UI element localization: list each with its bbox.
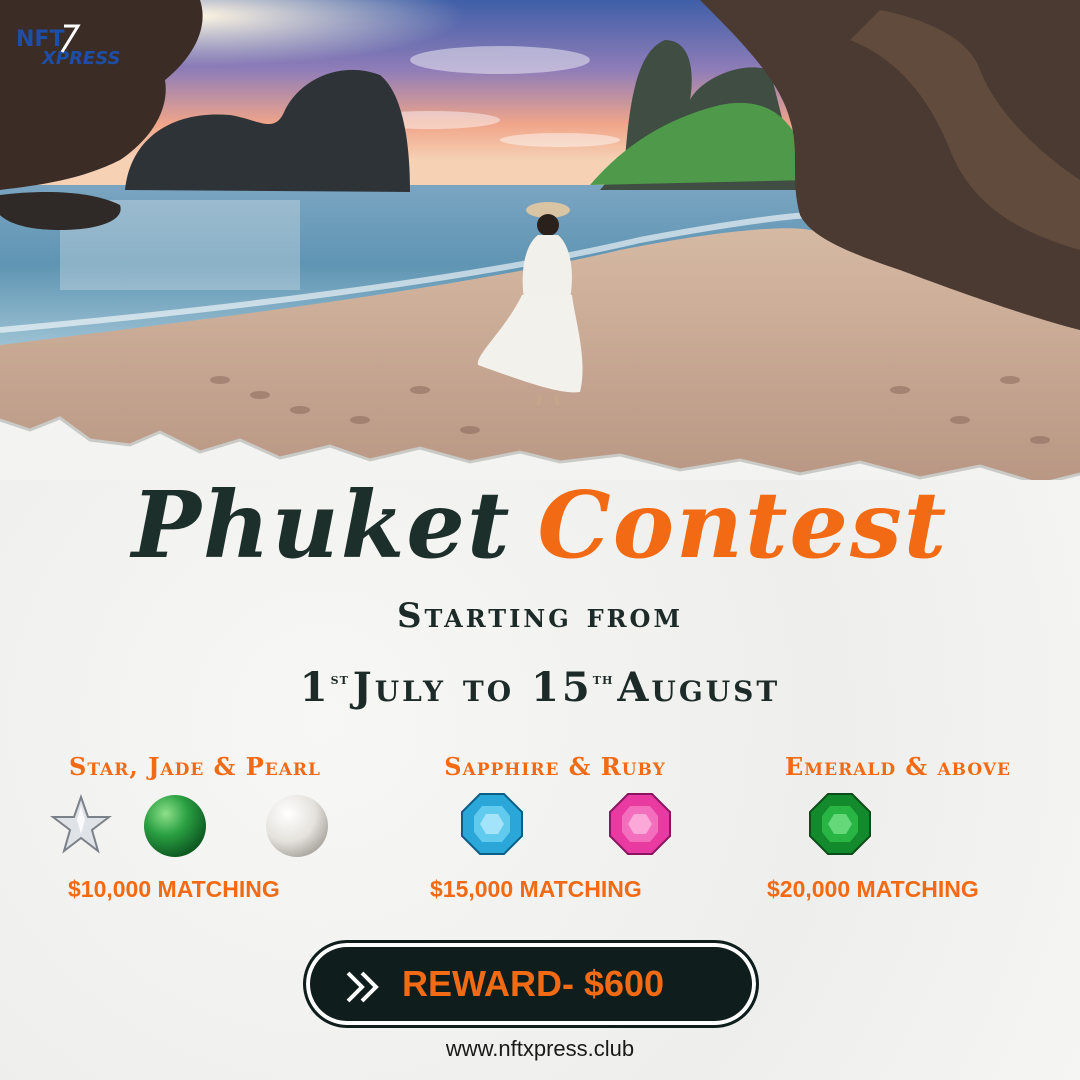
tier-title: Emerald & above [785,752,1011,781]
reward-button[interactable]: REWARD- $600 [303,940,759,1028]
tier-title: Sapphire & Ruby [444,752,666,781]
hero-beach-photo [0,0,1080,500]
title-word-contest: Contest [537,471,949,579]
sapphire-gem-icon [461,793,523,855]
pearl-icon [266,795,328,857]
jade-orb-icon [144,795,206,857]
star-diamond-icon [50,794,112,854]
contest-date-range: 1st July to 15th August [299,664,781,711]
brand-logo: NFT XPRESS [14,22,154,72]
tier-amount: $10,000 MATCHING [68,876,280,902]
tier-title: Star, Jade & Pearl [69,752,321,781]
reward-label: REWARD- $600 [402,963,665,1004]
tier-emerald-above: Emerald & above [758,752,1038,781]
website-link[interactable]: www.nftxpress.club [0,1036,1080,1062]
subtitle-starting-from: Starting from [396,596,684,636]
tier-star-jade-pearl: Star, Jade & Pearl [40,752,350,781]
tier-amount: $15,000 MATCHING [430,876,642,902]
emerald-gem-icon [809,793,871,855]
tier-sapphire-ruby: Sapphire & Ruby [405,752,705,781]
double-chevron-right-icon [346,971,379,1003]
ruby-gem-icon [609,793,671,855]
logo-text-bottom: XPRESS [41,48,121,69]
contest-title: Phuket Contest [0,470,1080,580]
title-word-phuket: Phuket [131,471,512,579]
tier-amount: $20,000 MATCHING [767,876,979,902]
